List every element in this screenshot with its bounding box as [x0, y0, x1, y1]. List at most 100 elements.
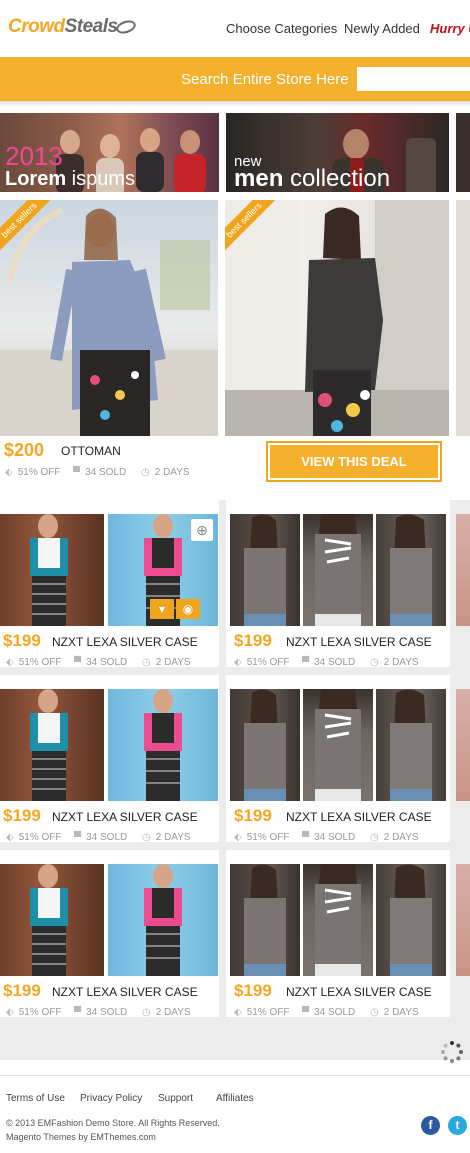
footer: Terms of Use Privacy Policy Support Affi…: [0, 1075, 470, 1153]
model-photo: [390, 514, 432, 626]
basket-icon[interactable]: ▾: [150, 599, 174, 619]
model-photo: [244, 514, 286, 626]
site-logo[interactable]: CrowdSteals: [8, 16, 137, 38]
product-sold: ▀ 34 SOLD: [302, 657, 355, 667]
product-days: ◷ 2 DAYS: [370, 657, 419, 667]
featured-product-image[interactable]: best sellers: [225, 200, 449, 436]
product-thumb-1: [230, 689, 300, 801]
days-text: 2 DAYS: [155, 657, 191, 667]
days-text: 2 DAYS: [155, 1007, 191, 1017]
product-card[interactable]: $199 NZXT LEXA SILVER CASE ⬖ 51% OFF ▀ 34 …: [0, 850, 219, 1017]
clock-icon: ◷: [142, 1007, 151, 1017]
facebook-icon[interactable]: f: [421, 1116, 440, 1135]
credit-text: Magento Themes by EMThemes.com: [6, 1132, 156, 1142]
product-card[interactable]: $199 NZXT LEXA SILVER CASE ⬖ 51% OFF ▀ 34 …: [226, 675, 450, 842]
model-photo: [30, 864, 68, 976]
clock-icon: ◷: [142, 657, 151, 667]
model-photo: [390, 689, 432, 801]
product-title[interactable]: NZXT LEXA SILVER CASE: [52, 985, 198, 999]
product-card-partial[interactable]: [456, 689, 470, 801]
sold-text: 34 SOLD: [314, 657, 356, 667]
search-bar: Search Entire Store Here: [0, 57, 470, 101]
product-card-partial[interactable]: [456, 514, 470, 626]
banner-lorem-ipsums[interactable]: 2013 Lorem ispums: [0, 113, 219, 192]
product-card[interactable]: $199 NZXT LEXA SILVER CASE ⬖ 51% OFF ▀ 34 …: [0, 675, 219, 842]
days-text: 2 DAYS: [383, 832, 419, 842]
featured-sold: ▀ 34 SOLD: [73, 467, 126, 478]
discount-text: 51% OFF: [18, 1007, 62, 1017]
sold-text: 34 SOLD: [86, 657, 128, 667]
product-thumb-2: [108, 689, 218, 801]
featured-title[interactable]: OTTOMAN: [61, 444, 121, 458]
product-card[interactable]: $199 NZXT LEXA SILVER CASE ⬖ 51% OFF ▀ 34 …: [226, 850, 450, 1017]
product-card[interactable]: ⊕ ▾ ◉ $199 NZXT LEXA SILVER CASE ⬖ 51% OF…: [0, 500, 219, 667]
banner-partial[interactable]: [456, 113, 470, 192]
footer-link-terms[interactable]: Terms of Use: [6, 1093, 65, 1104]
nav-choose-categories[interactable]: Choose Categories: [226, 21, 337, 36]
product-thumb-3: [376, 514, 446, 626]
product-sold: ▀ 34 SOLD: [74, 657, 127, 667]
nav-newly-added[interactable]: Newly Added: [344, 21, 420, 36]
product-days: ◷ 2 DAYS: [370, 832, 419, 842]
product-thumb-3: [376, 864, 446, 976]
cart-icon: ▀: [74, 832, 82, 842]
product-price: $199: [3, 981, 41, 1000]
discount-text: 51% OFF: [246, 832, 290, 842]
discount-text: 51% OFF: [17, 467, 61, 478]
clock-icon: ◷: [370, 1007, 379, 1017]
tag-icon: ⬖: [6, 657, 14, 667]
banner-title-bold: Lorem: [5, 168, 67, 190]
product-title[interactable]: NZXT LEXA SILVER CASE: [286, 635, 432, 649]
days-text: 2 DAYS: [383, 657, 419, 667]
sold-text: 34 SOLD: [86, 832, 128, 842]
product-discount: ⬖ 51% OFF: [6, 657, 62, 667]
product-sold: ▀ 34 SOLD: [302, 832, 355, 842]
product-title[interactable]: NZXT LEXA SILVER CASE: [286, 985, 432, 999]
footer-link-affiliates[interactable]: Affiliates: [216, 1093, 254, 1104]
tag-icon: ⬖: [234, 657, 242, 667]
featured-product-image[interactable]: best sellers: [0, 200, 218, 436]
sold-text: 34 SOLD: [314, 832, 356, 842]
product-days: ◷ 2 DAYS: [142, 657, 191, 667]
footer-link-privacy[interactable]: Privacy Policy: [80, 1093, 142, 1104]
featured-days: ◷ 2 DAYS: [141, 467, 190, 478]
product-price: $199: [234, 981, 272, 1000]
discount-text: 51% OFF: [246, 1007, 290, 1017]
tag-icon: ⬖: [234, 832, 242, 842]
logo-part-steals: Steals: [64, 16, 118, 37]
cart-icon: ▀: [74, 1007, 82, 1017]
banner-title-bold: men: [234, 165, 284, 192]
twitter-icon[interactable]: t: [448, 1116, 467, 1135]
discount-text: 51% OFF: [18, 657, 62, 667]
product-card-partial[interactable]: [456, 864, 470, 976]
product-title[interactable]: NZXT LEXA SILVER CASE: [52, 635, 198, 649]
product-thumb-2: [303, 514, 373, 626]
product-card[interactable]: $199 NZXT LEXA SILVER CASE ⬖ 51% OFF ▀ 34 …: [226, 500, 450, 667]
product-discount: ⬖ 51% OFF: [234, 832, 290, 842]
divider-shadow: [0, 101, 470, 107]
product-thumb-1: [0, 689, 104, 801]
product-days: ◷ 2 DAYS: [142, 832, 191, 842]
product-title[interactable]: NZXT LEXA SILVER CASE: [286, 810, 432, 824]
model-photo: [315, 689, 361, 801]
model-photo: [244, 689, 286, 801]
model-photo: [315, 864, 361, 976]
featured-product-partial[interactable]: [456, 200, 470, 436]
nav-hurry-up[interactable]: Hurry U: [430, 21, 470, 36]
search-input[interactable]: [357, 67, 470, 91]
sold-text: 34 SOLD: [314, 1007, 356, 1017]
banner-men-collection[interactable]: new men collection: [226, 113, 449, 192]
eye-icon[interactable]: ◉: [176, 599, 200, 619]
product-price: $199: [3, 631, 41, 650]
model-photo: [30, 689, 68, 801]
product-thumb-2: [303, 689, 373, 801]
zoom-icon[interactable]: ⊕: [191, 519, 213, 541]
model-photo: [225, 200, 449, 436]
banner-title-light: ispums: [66, 168, 136, 190]
product-title[interactable]: NZXT LEXA SILVER CASE: [52, 810, 198, 824]
tag-icon: ⬖: [234, 1007, 242, 1017]
sold-text: 34 SOLD: [86, 1007, 128, 1017]
cart-icon: ▀: [302, 1007, 310, 1017]
footer-link-support[interactable]: Support: [158, 1093, 193, 1104]
view-deal-button[interactable]: VIEW THIS DEAL: [266, 441, 442, 482]
